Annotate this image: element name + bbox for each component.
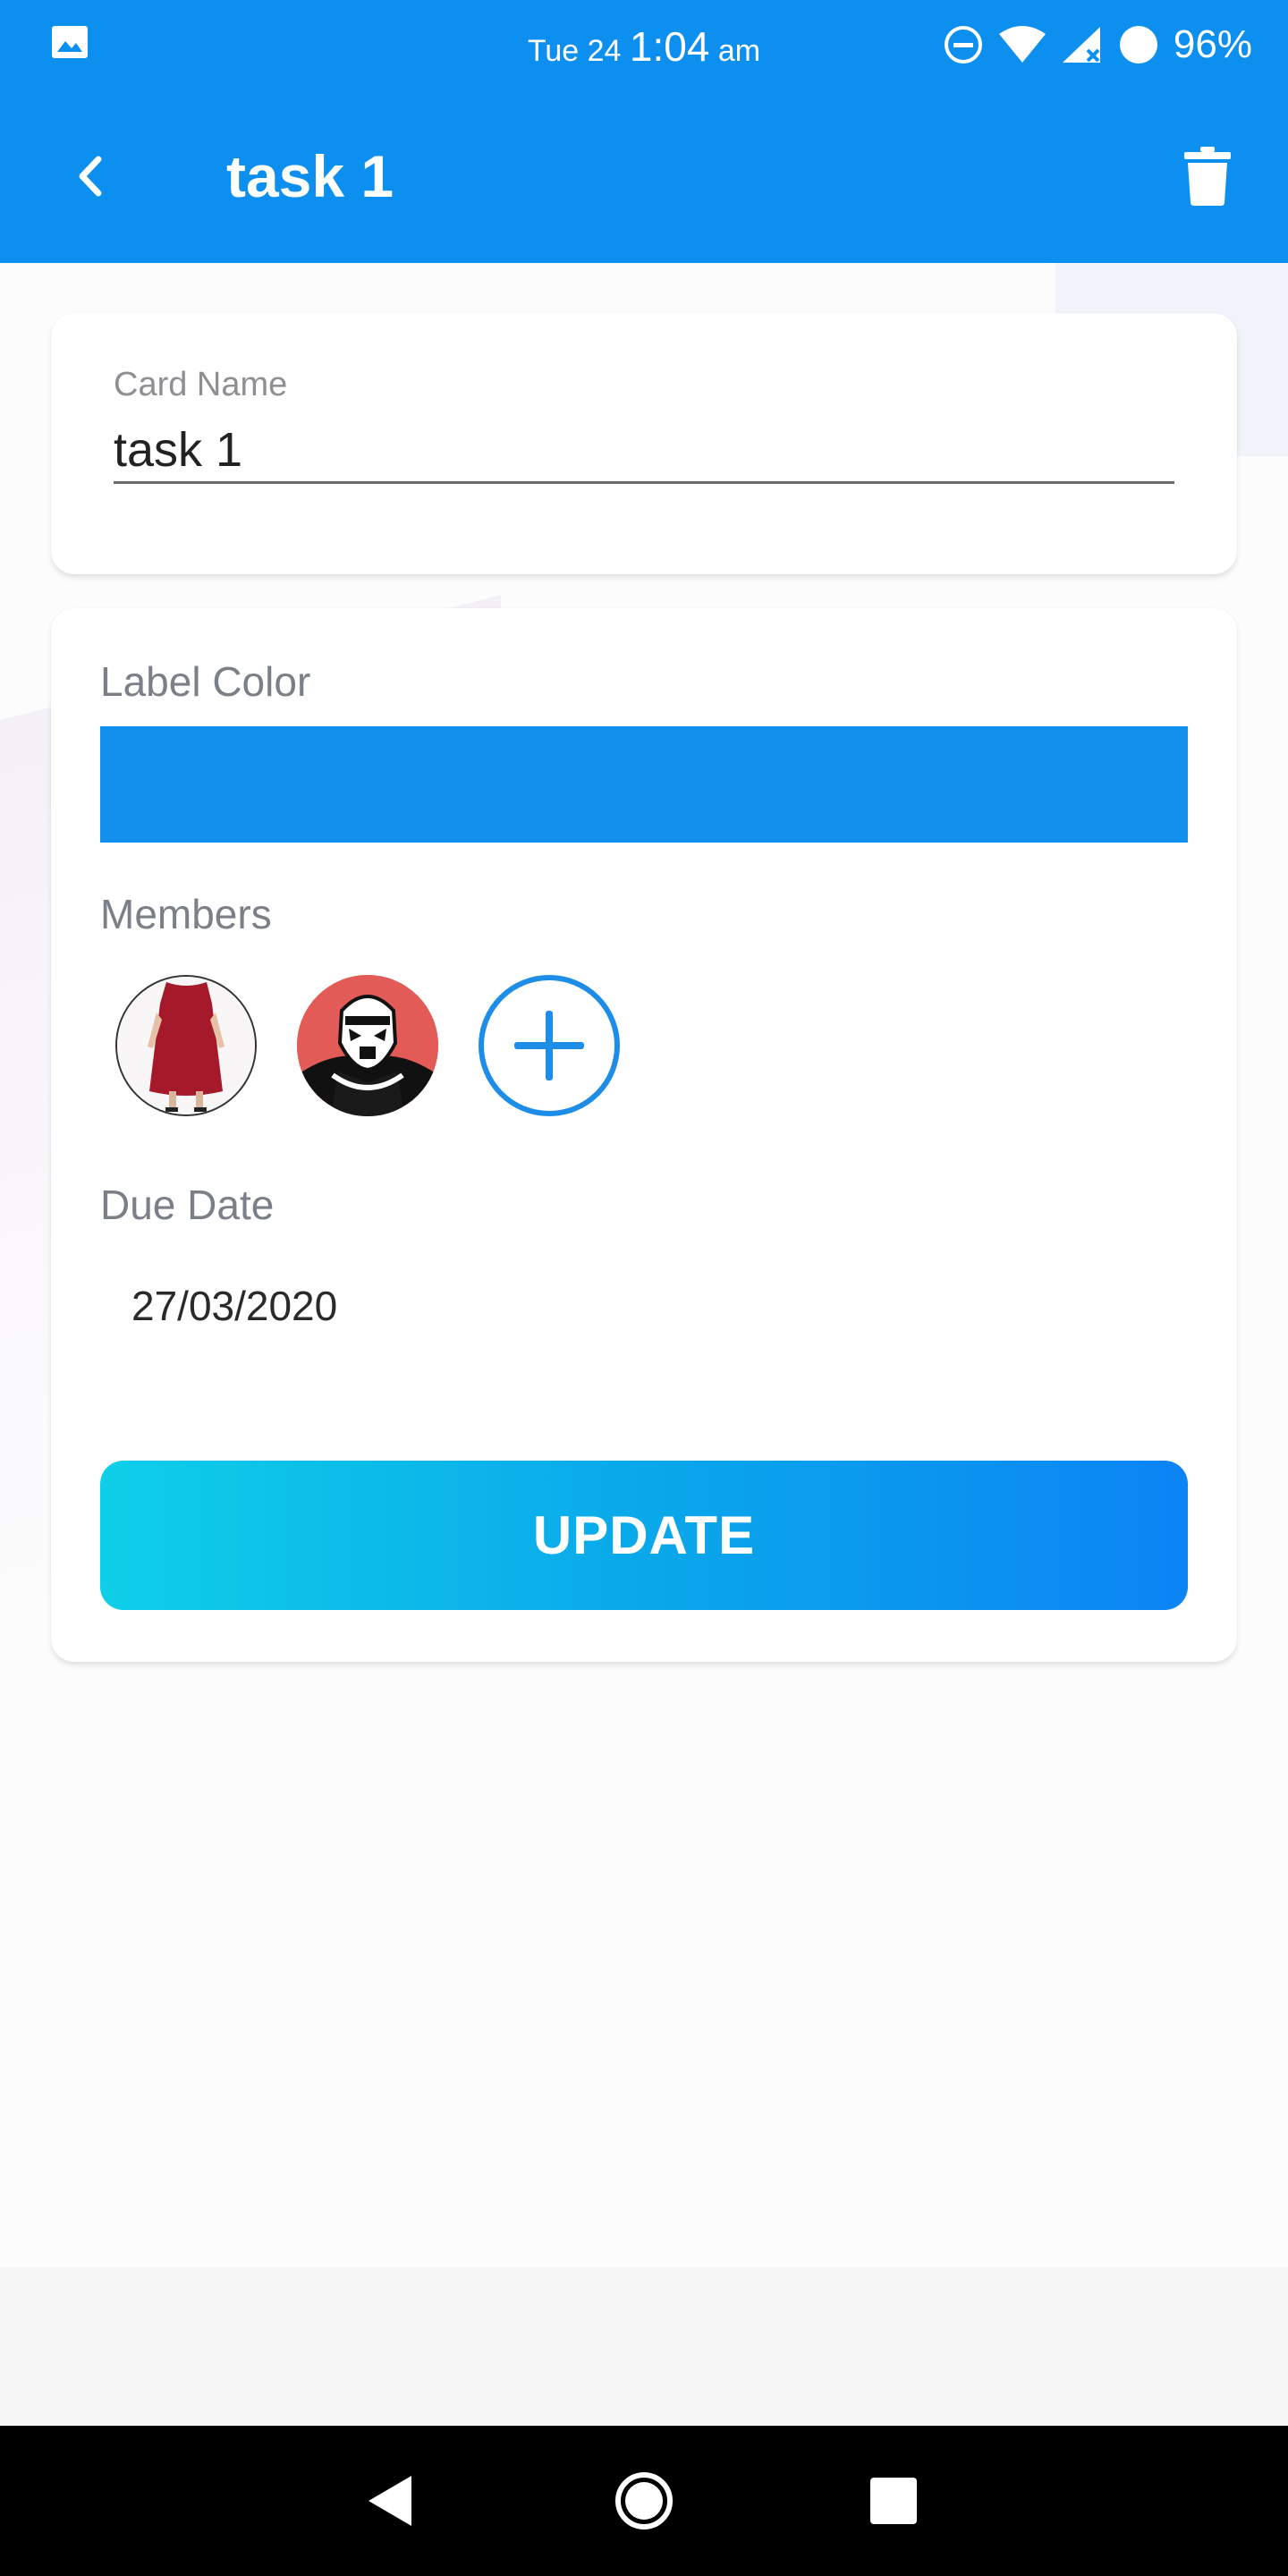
status-day: Tue 24 — [527, 34, 622, 68]
dress-photo — [117, 977, 255, 1114]
status-icons: 96% — [943, 21, 1252, 68]
back-button[interactable] — [54, 140, 125, 212]
trash-icon — [1184, 147, 1231, 206]
cell-signal-icon — [1062, 27, 1100, 63]
home-circle-icon — [615, 2472, 673, 2529]
members-list — [115, 975, 620, 1116]
member-avatar[interactable] — [115, 975, 257, 1116]
members-title: Members — [100, 891, 272, 937]
status-bar: Tue 24 1:04 am 96% — [0, 0, 1288, 89]
card-name-label: Card Name — [114, 366, 288, 403]
status-time: 1:04 — [629, 23, 710, 70]
card-name-card: Card Name — [51, 313, 1237, 574]
do-not-disturb-icon — [944, 26, 982, 64]
wifi-icon — [998, 26, 1046, 63]
plus-icon — [514, 1011, 584, 1080]
delete-button[interactable] — [1172, 139, 1243, 214]
nav-home-button[interactable] — [605, 2462, 683, 2540]
top-bar: Tue 24 1:04 am 96% task 1 — [0, 0, 1288, 263]
member-avatar[interactable] — [297, 975, 438, 1116]
background-strip — [0, 2267, 1288, 2426]
back-arrow-icon — [79, 156, 102, 197]
card-details-card: Label Color Members Due Date 27/03/2020 … — [51, 608, 1237, 1662]
app-bar: task 1 — [0, 89, 1288, 263]
stormtrooper-avatar — [297, 975, 438, 1116]
nav-recents-button[interactable] — [854, 2462, 933, 2540]
update-button[interactable]: UPDATE — [100, 1461, 1188, 1610]
label-color-title: Label Color — [100, 658, 311, 705]
navigation-bar — [0, 2426, 1288, 2576]
due-date-title: Due Date — [100, 1182, 275, 1228]
battery-percent: 96% — [1173, 22, 1252, 66]
status-ampm: am — [717, 34, 761, 68]
add-member-button[interactable] — [479, 975, 620, 1116]
page-title: task 1 — [226, 143, 394, 209]
label-color-swatch[interactable] — [100, 726, 1188, 843]
screen: Tue 24 1:04 am 96% task 1 Card Name task… — [0, 0, 1288, 2576]
back-triangle-icon — [369, 2476, 411, 2526]
battery-icon — [1119, 26, 1157, 64]
recents-square-icon — [870, 2478, 917, 2524]
card-name-input[interactable] — [114, 419, 1174, 484]
nav-back-button[interactable] — [351, 2462, 429, 2540]
due-date-value[interactable]: 27/03/2020 — [131, 1279, 337, 1333]
